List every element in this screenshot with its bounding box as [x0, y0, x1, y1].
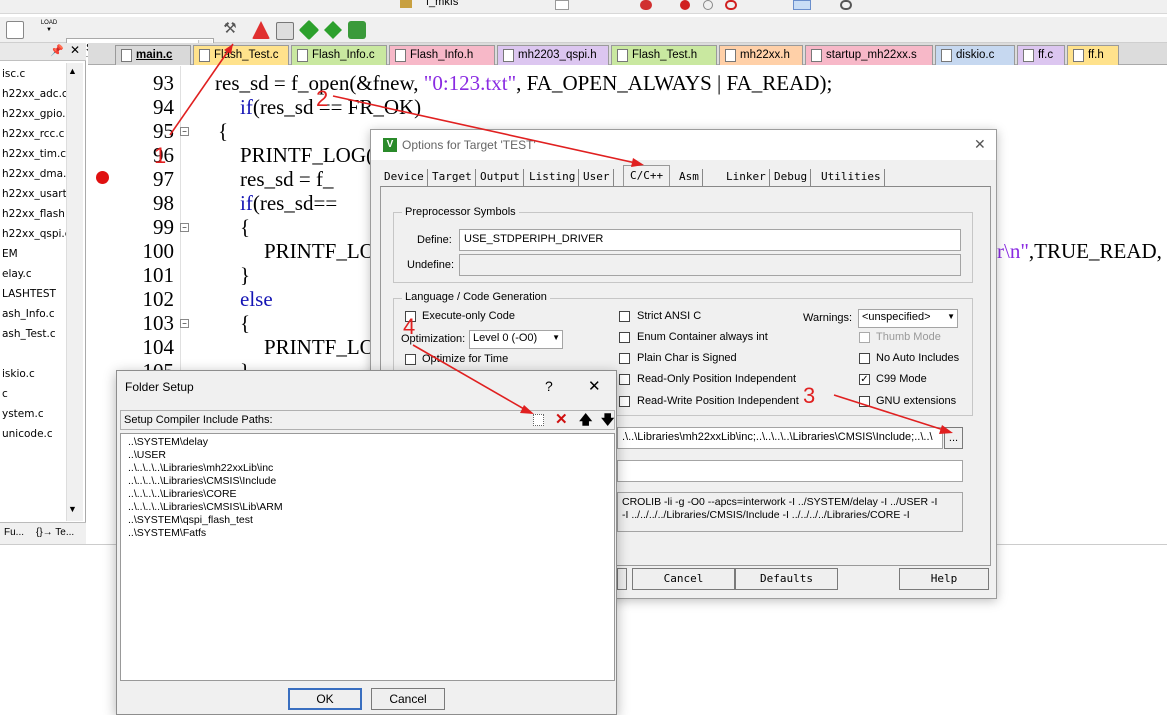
annotation-label-2: 2 — [316, 86, 329, 111]
annotation-arrows — [169, 43, 953, 434]
annotation-label-3: 3 — [803, 383, 816, 408]
annotation-label-4: 4 — [403, 314, 416, 339]
annotation-label-1: 1 — [154, 143, 167, 168]
annotation-arrow-3 — [833, 394, 951, 433]
annotation-arrow-2 — [332, 95, 641, 165]
annotation-arrow-4 — [412, 344, 532, 414]
annotation-arrow-1 — [169, 43, 234, 136]
